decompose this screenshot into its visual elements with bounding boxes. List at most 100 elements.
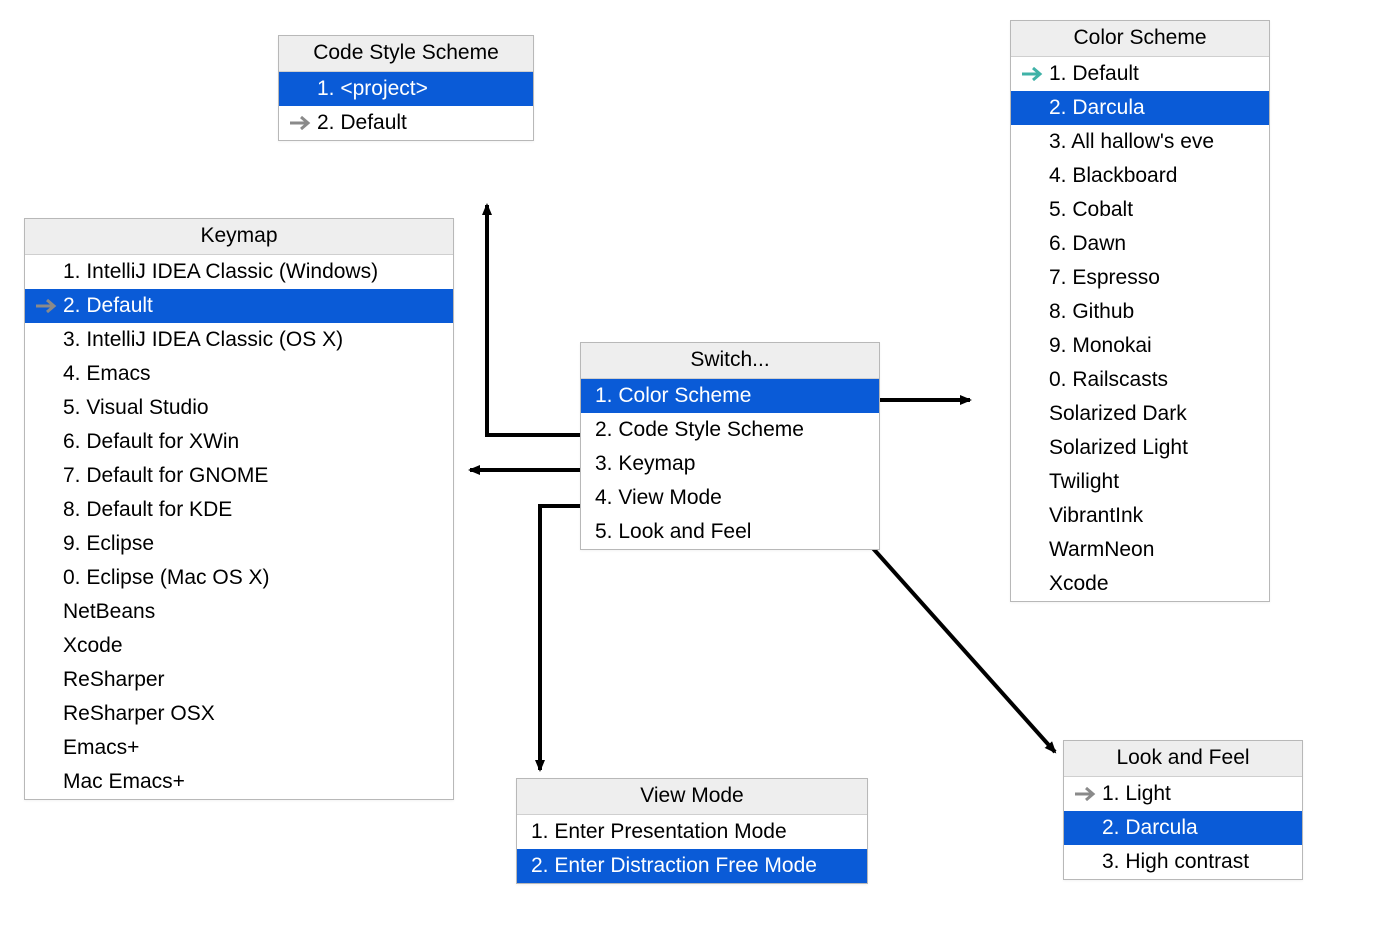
switch-item[interactable]: 1. Color Scheme bbox=[581, 379, 879, 413]
color_scheme-item[interactable]: Xcode bbox=[1011, 567, 1269, 601]
switch-item[interactable]: 3. Keymap bbox=[581, 447, 879, 481]
view_mode-item-label: 1. Enter Presentation Mode bbox=[531, 819, 787, 845]
current-indicator-arrow-icon bbox=[35, 299, 63, 313]
code_style-item[interactable]: 2. Default bbox=[279, 106, 533, 140]
keymap-item[interactable]: 7. Default for GNOME bbox=[25, 459, 453, 493]
keymap-item[interactable]: 2. Default bbox=[25, 289, 453, 323]
code_style-item-label: 2. Default bbox=[317, 110, 407, 136]
color_scheme-item[interactable]: 3. All hallow's eve bbox=[1011, 125, 1269, 159]
view-mode-panel: View Mode 1. Enter Presentation Mode 2. E… bbox=[516, 778, 868, 884]
keymap-item-label: 7. Default for GNOME bbox=[63, 463, 268, 489]
look_and_feel-item-label: 2. Darcula bbox=[1102, 815, 1198, 841]
color_scheme-item-label: Solarized Dark bbox=[1049, 401, 1187, 427]
color_scheme-item-label: 8. Github bbox=[1049, 299, 1134, 325]
keymap-item[interactable]: 8. Default for KDE bbox=[25, 493, 453, 527]
code-style-scheme-title: Code Style Scheme bbox=[279, 36, 533, 72]
switch-item[interactable]: 5. Look and Feel bbox=[581, 515, 879, 549]
look_and_feel-item[interactable]: 2. Darcula bbox=[1064, 811, 1302, 845]
color_scheme-item-label: 5. Cobalt bbox=[1049, 197, 1133, 223]
switch-item-label: 1. Color Scheme bbox=[595, 383, 751, 409]
color_scheme-item[interactable]: WarmNeon bbox=[1011, 533, 1269, 567]
look_and_feel-item-label: 1. Light bbox=[1102, 781, 1171, 807]
switch-item-label: 2. Code Style Scheme bbox=[595, 417, 804, 443]
color_scheme-item[interactable]: 2. Darcula bbox=[1011, 91, 1269, 125]
keymap-item-label: 2. Default bbox=[63, 293, 153, 319]
keymap-item[interactable]: 0. Eclipse (Mac OS X) bbox=[25, 561, 453, 595]
look-and-feel-panel: Look and Feel 1. Light 2. Darcula 3. High … bbox=[1063, 740, 1303, 880]
color-scheme-list: 1. Default 2. Darcula 3. All hallow's eve 4… bbox=[1011, 57, 1269, 601]
keymap-panel: Keymap 1. IntelliJ IDEA Classic (Windows… bbox=[24, 218, 454, 800]
view-mode-list: 1. Enter Presentation Mode 2. Enter Distr… bbox=[517, 815, 867, 883]
view_mode-item[interactable]: 1. Enter Presentation Mode bbox=[517, 815, 867, 849]
switch-item-label: 5. Look and Feel bbox=[595, 519, 751, 545]
keymap-item-label: ReSharper bbox=[63, 667, 165, 693]
color_scheme-item-label: WarmNeon bbox=[1049, 537, 1154, 563]
color_scheme-item[interactable]: 1. Default bbox=[1011, 57, 1269, 91]
switch-list: 1. Color Scheme 2. Code Style Scheme 3. Ke… bbox=[581, 379, 879, 549]
look-and-feel-title: Look and Feel bbox=[1064, 741, 1302, 777]
color_scheme-item[interactable]: 0. Railscasts bbox=[1011, 363, 1269, 397]
color_scheme-item[interactable]: 4. Blackboard bbox=[1011, 159, 1269, 193]
keymap-item-label: Mac Emacs+ bbox=[63, 769, 185, 795]
switch-item-label: 3. Keymap bbox=[595, 451, 695, 477]
switch-item[interactable]: 4. View Mode bbox=[581, 481, 879, 515]
color_scheme-item-label: VibrantInk bbox=[1049, 503, 1143, 529]
color_scheme-item[interactable]: 7. Espresso bbox=[1011, 261, 1269, 295]
color_scheme-item[interactable]: Twilight bbox=[1011, 465, 1269, 499]
color-scheme-panel: Color Scheme 1. Default 2. Darcula 3. All … bbox=[1010, 20, 1270, 602]
keymap-item[interactable]: 1. IntelliJ IDEA Classic (Windows) bbox=[25, 255, 453, 289]
keymap-item[interactable]: 4. Emacs bbox=[25, 357, 453, 391]
code_style-item[interactable]: 1. <project> bbox=[279, 72, 533, 106]
color_scheme-item[interactable]: VibrantInk bbox=[1011, 499, 1269, 533]
code-style-scheme-panel: Code Style Scheme 1. <project> 2. Defaul… bbox=[278, 35, 534, 141]
keymap-item[interactable]: 3. IntelliJ IDEA Classic (OS X) bbox=[25, 323, 453, 357]
keymap-item[interactable]: 5. Visual Studio bbox=[25, 391, 453, 425]
keymap-item-label: 6. Default for XWin bbox=[63, 429, 239, 455]
keymap-item[interactable]: Xcode bbox=[25, 629, 453, 663]
color_scheme-item-label: 6. Dawn bbox=[1049, 231, 1126, 257]
keymap-item[interactable]: NetBeans bbox=[25, 595, 453, 629]
view-mode-title: View Mode bbox=[517, 779, 867, 815]
color-scheme-title: Color Scheme bbox=[1011, 21, 1269, 57]
switch-item[interactable]: 2. Code Style Scheme bbox=[581, 413, 879, 447]
keymap-item[interactable]: Emacs+ bbox=[25, 731, 453, 765]
look_and_feel-item[interactable]: 1. Light bbox=[1064, 777, 1302, 811]
color_scheme-item-label: 3. All hallow's eve bbox=[1049, 129, 1214, 155]
look_and_feel-item[interactable]: 3. High contrast bbox=[1064, 845, 1302, 879]
keymap-item-label: 1. IntelliJ IDEA Classic (Windows) bbox=[63, 259, 378, 285]
keymap-item[interactable]: Mac Emacs+ bbox=[25, 765, 453, 799]
color_scheme-item[interactable]: 6. Dawn bbox=[1011, 227, 1269, 261]
keymap-item-label: 8. Default for KDE bbox=[63, 497, 232, 523]
keymap-item-label: NetBeans bbox=[63, 599, 155, 625]
color_scheme-item[interactable]: Solarized Light bbox=[1011, 431, 1269, 465]
keymap-item[interactable]: 6. Default for XWin bbox=[25, 425, 453, 459]
color_scheme-item-label: Xcode bbox=[1049, 571, 1109, 597]
look-and-feel-list: 1. Light 2. Darcula 3. High contrast bbox=[1064, 777, 1302, 879]
keymap-item-label: 5. Visual Studio bbox=[63, 395, 209, 421]
code-style-scheme-list: 1. <project> 2. Default bbox=[279, 72, 533, 140]
color_scheme-item-label: 0. Railscasts bbox=[1049, 367, 1168, 393]
color_scheme-item[interactable]: 5. Cobalt bbox=[1011, 193, 1269, 227]
color_scheme-item-label: Twilight bbox=[1049, 469, 1119, 495]
keymap-item[interactable]: 9. Eclipse bbox=[25, 527, 453, 561]
code_style-item-label: 1. <project> bbox=[317, 76, 428, 102]
keymap-item[interactable]: ReSharper OSX bbox=[25, 697, 453, 731]
current-indicator-arrow-icon bbox=[1021, 67, 1049, 81]
keymap-item-label: 4. Emacs bbox=[63, 361, 151, 387]
keymap-item-label: 3. IntelliJ IDEA Classic (OS X) bbox=[63, 327, 343, 353]
switch-panel: Switch... 1. Color Scheme2. Code Style S… bbox=[580, 342, 880, 550]
keymap-item-label: ReSharper OSX bbox=[63, 701, 215, 727]
color_scheme-item[interactable]: 8. Github bbox=[1011, 295, 1269, 329]
view_mode-item[interactable]: 2. Enter Distraction Free Mode bbox=[517, 849, 867, 883]
look_and_feel-item-label: 3. High contrast bbox=[1102, 849, 1249, 875]
current-indicator-arrow-icon bbox=[289, 116, 317, 130]
switch-item-label: 4. View Mode bbox=[595, 485, 722, 511]
view_mode-item-label: 2. Enter Distraction Free Mode bbox=[531, 853, 817, 879]
color_scheme-item[interactable]: Solarized Dark bbox=[1011, 397, 1269, 431]
current-indicator-arrow-icon bbox=[1074, 787, 1102, 801]
color_scheme-item-label: 4. Blackboard bbox=[1049, 163, 1177, 189]
color_scheme-item-label: 1. Default bbox=[1049, 61, 1139, 87]
keymap-item-label: 0. Eclipse (Mac OS X) bbox=[63, 565, 270, 591]
color_scheme-item[interactable]: 9. Monokai bbox=[1011, 329, 1269, 363]
keymap-item[interactable]: ReSharper bbox=[25, 663, 453, 697]
